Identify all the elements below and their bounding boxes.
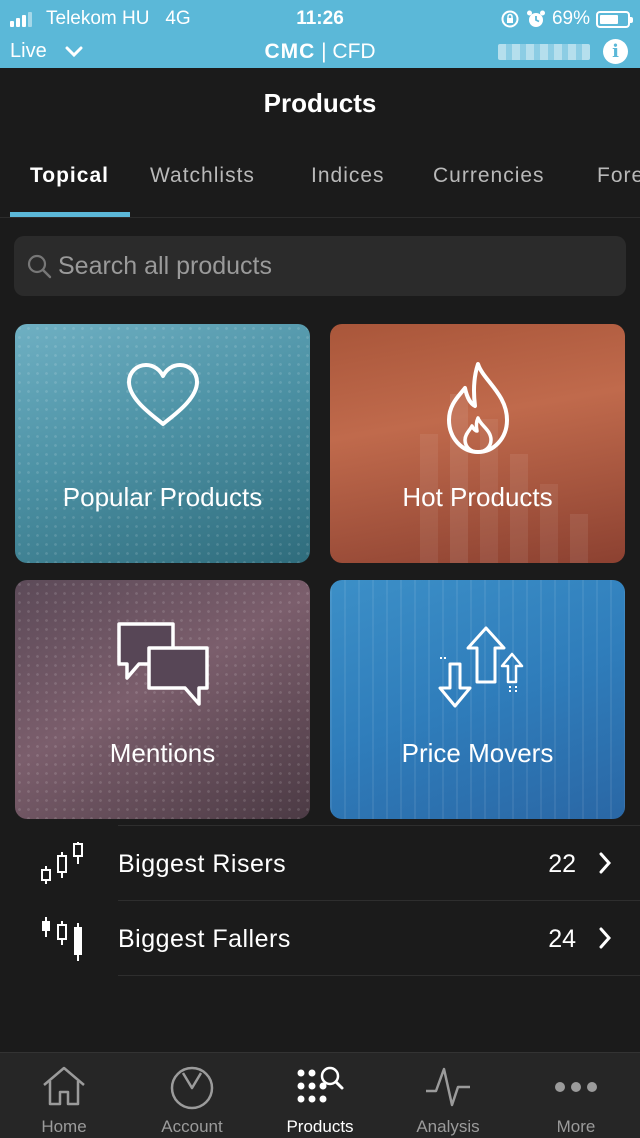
nav-label: Home [41,1117,87,1136]
list-item-label: Biggest Fallers [118,925,291,953]
tile-hot-products[interactable]: Hot Products [330,324,625,563]
list-item-count: 24 [548,925,576,953]
list-item-biggest-fallers[interactable]: Biggest Fallers 24 [0,901,640,976]
nav-label: Analysis [416,1117,480,1136]
tab-topical[interactable]: Topical [30,164,109,188]
products-search-icon [297,1066,344,1103]
nav-account[interactable]: Account [128,1053,256,1138]
page-title: Products [263,88,377,118]
list-item-count: 22 [548,850,576,878]
brand-logo-mark: CMC [264,40,316,63]
masked-account-number [498,44,590,60]
info-icon[interactable]: i [603,39,628,64]
battery-percent: 69% [551,8,590,29]
candlestick-down-icon [42,917,82,961]
alarm-icon [526,10,545,27]
active-tab-indicator [10,212,130,217]
rotation-lock-icon [501,10,519,28]
account-dial-icon [170,1066,214,1110]
nav-products[interactable]: Products [256,1053,384,1138]
nav-analysis[interactable]: Analysis [384,1053,512,1138]
battery-icon [596,10,633,28]
nav-label: Products [286,1117,354,1136]
more-dots-icon [555,1082,597,1092]
tile-price-movers[interactable]: Price Movers [330,580,625,819]
tile-label: Price Movers [401,738,554,768]
tab-watchlists[interactable]: Watchlists [150,164,255,188]
list-item-biggest-risers[interactable]: Biggest Risers 22 [0,826,640,901]
home-icon [43,1066,85,1106]
search-bar[interactable] [14,236,626,296]
tile-mentions[interactable]: Mentions [15,580,310,819]
status-bar: Telekom HU 4G 11:26 69% Live CMC | CFD i [0,0,640,68]
speech-bubbles-icon [116,622,209,706]
tile-popular-products[interactable]: Popular Products [15,324,310,563]
nav-more[interactable]: More [512,1053,640,1138]
bottom-navigation: Home Account Products Analysis More [0,1052,640,1138]
search-input[interactable] [58,251,598,281]
tab-currencies[interactable]: Currencies [433,164,545,188]
nav-label: Account [161,1117,223,1136]
nav-home[interactable]: Home [0,1053,128,1138]
pulse-icon [426,1067,470,1107]
heart-icon [126,363,199,426]
tab-indices[interactable]: Indices [311,164,385,188]
chevron-right-icon [599,852,612,874]
candlestick-up-icon [41,842,83,884]
tab-forex[interactable]: Fore [597,164,640,188]
tile-label: Popular Products [62,482,263,512]
brand-suffix: | CFD [321,40,376,63]
up-down-arrows-icon [438,626,523,708]
chevron-right-icon [599,927,612,949]
list-item-label: Biggest Risers [118,850,287,878]
product-tabs: Topical Watchlists Indices Currencies Fo… [0,150,640,218]
tile-label: Mentions [109,738,216,768]
flame-icon [446,362,509,454]
search-icon [27,254,52,279]
tile-label: Hot Products [402,482,553,512]
nav-label: More [556,1117,596,1136]
